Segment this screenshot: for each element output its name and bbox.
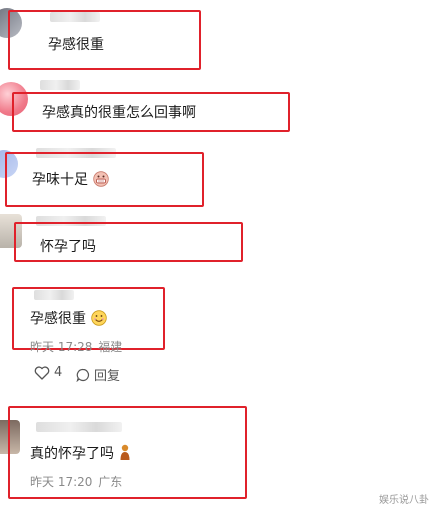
watermark: 娱乐说八卦 — [379, 495, 429, 506]
comment-text: 真的怀孕了吗 — [30, 444, 131, 463]
comment-location: 福建 — [98, 340, 123, 354]
like-count: 4 — [54, 365, 63, 380]
comment-bubble-icon — [76, 368, 90, 382]
comment-text: 孕感很重 — [30, 310, 108, 328]
heart-icon — [34, 365, 50, 380]
smile-emoji — [91, 310, 108, 326]
comment-text-content: 真的怀孕了吗 — [30, 446, 114, 462]
like-button[interactable]: 4 — [34, 365, 62, 380]
comment-text: 孕感很重 — [48, 37, 104, 53]
comment-meta: 昨天 17:20 广东 — [30, 473, 122, 490]
comment-location: 广东 — [98, 475, 123, 489]
username[interactable] — [40, 80, 80, 90]
comment-time: 昨天 17:20 — [30, 475, 93, 489]
comment-text: 孕味十足 — [32, 171, 110, 189]
comment-time: 昨天 17:28 — [30, 340, 93, 354]
comment-text: 怀孕了吗 — [40, 239, 96, 255]
comment-text-content: 孕味十足 — [32, 172, 88, 188]
highlight-box — [8, 10, 201, 70]
reply-label: 回复 — [94, 369, 121, 384]
comment-meta: 昨天 17:28 福建 — [30, 338, 122, 355]
comment-text-content: 孕感很重 — [30, 311, 86, 327]
comment-text: 孕感真的很重怎么回事啊 — [42, 105, 196, 121]
reply-button[interactable]: 回复 — [76, 365, 120, 384]
grimace-emoji — [93, 171, 110, 187]
gesture-emoji — [120, 444, 130, 460]
